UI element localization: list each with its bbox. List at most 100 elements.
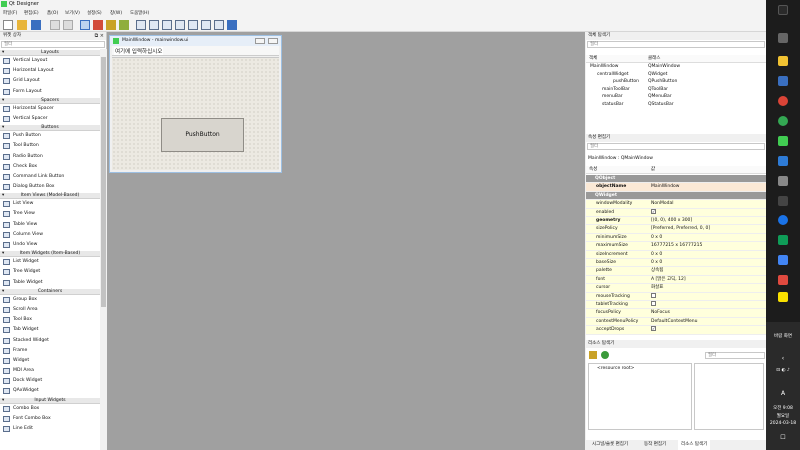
- widget-item[interactable]: List View: [0, 199, 100, 209]
- start-icon[interactable]: [778, 5, 788, 15]
- widget-item[interactable]: Vertical Layout: [0, 56, 100, 66]
- widget-item[interactable]: Undo View: [0, 240, 100, 250]
- widget-category[interactable]: ▾ Input Widgets: [0, 396, 100, 404]
- tray-chevron-icon[interactable]: ‹: [766, 355, 800, 362]
- widget-item[interactable]: Tool Box: [0, 315, 100, 325]
- object-tree-row[interactable]: menuBar QMenuBar: [586, 93, 766, 101]
- widget-item[interactable]: List Widget: [0, 257, 100, 267]
- tab-action-editor[interactable]: 동작 편집기: [644, 440, 666, 450]
- tab-resource-browser[interactable]: 리소스 탐색기: [678, 440, 711, 450]
- widget-item[interactable]: QAxWidget: [0, 386, 100, 396]
- widget-item[interactable]: Vertical Spacer: [0, 114, 100, 124]
- property-value[interactable]: 상속됨: [651, 267, 663, 275]
- send-to-back-icon[interactable]: [50, 20, 60, 30]
- edge-icon[interactable]: [778, 215, 788, 225]
- property-value[interactable]: 16777215 x 16777215: [651, 242, 702, 250]
- property-filter-input[interactable]: 필터: [587, 143, 765, 150]
- chrome-icon[interactable]: [778, 96, 788, 106]
- widget-item[interactable]: Command Link Button: [0, 172, 100, 182]
- property-row[interactable]: sizePolicy [Preferred, Preferred, 0, 0]: [586, 225, 766, 234]
- checkbox-unchecked-icon[interactable]: [651, 292, 656, 298]
- layout-horizontal-icon[interactable]: [136, 20, 146, 30]
- break-layout-icon[interactable]: [214, 20, 224, 30]
- widget-list-scrollbar[interactable]: [100, 49, 107, 450]
- property-row[interactable]: baseSize 0 x 0: [586, 259, 766, 268]
- property-row[interactable]: mouseTracking: [586, 292, 766, 301]
- app2-icon[interactable]: [778, 235, 788, 245]
- property-group-row[interactable]: QWidget: [586, 191, 766, 201]
- tab-signal-slot-editor[interactable]: 시그널/슬롯 편집기: [592, 440, 628, 450]
- push-button-widget[interactable]: PushButton: [161, 118, 244, 152]
- widget-item[interactable]: Tree View: [0, 209, 100, 219]
- menu-window[interactable]: 창(W): [110, 10, 122, 16]
- layout-horizontal-splitter-icon[interactable]: [162, 20, 172, 30]
- object-tree-row[interactable]: mainToolBar QToolBar: [586, 86, 766, 94]
- widget-item[interactable]: Scroll Area: [0, 305, 100, 315]
- reload-icon[interactable]: [601, 351, 609, 359]
- widget-item[interactable]: Radio Button: [0, 152, 100, 162]
- property-value[interactable]: DefaultContextMenu: [651, 318, 697, 326]
- property-row[interactable]: geometry [(0, 0), 400 x 300]: [586, 217, 766, 226]
- edit-widgets-icon[interactable]: [80, 20, 90, 30]
- object-tree-row[interactable]: statusBar QStatusBar: [586, 101, 766, 109]
- property-value[interactable]: A [맑은 고딕, 12]: [651, 276, 686, 284]
- task-view-icon[interactable]: [778, 33, 788, 43]
- property-value[interactable]: 0 x 0: [651, 259, 662, 267]
- form-canvas[interactable]: PushButton: [112, 57, 279, 170]
- menu-form[interactable]: 폼(O): [47, 10, 58, 16]
- widget-filter-input[interactable]: 필터: [1, 41, 105, 48]
- property-value[interactable]: NonModal: [651, 200, 673, 208]
- property-row[interactable]: contextMenuPolicy DefaultContextMenu: [586, 317, 766, 327]
- widget-item[interactable]: Table View: [0, 220, 100, 230]
- column-object[interactable]: 객체: [589, 55, 597, 63]
- form-menu-bar[interactable]: 여기에 입력하십시오: [112, 46, 279, 56]
- maximize-icon[interactable]: [268, 38, 278, 44]
- form-window-titlebar[interactable]: MainWindow - mainwindow.ui: [110, 36, 281, 46]
- save-icon[interactable]: [31, 20, 41, 30]
- object-tree-row[interactable]: MainWindow QMainWindow: [586, 63, 766, 71]
- object-tree-row[interactable]: pushButton QPushButton: [586, 78, 766, 86]
- checkbox-checked-icon[interactable]: ✓: [651, 326, 656, 332]
- property-row[interactable]: cursor 화살표: [586, 284, 766, 293]
- edit-signals-slots-icon[interactable]: [93, 20, 103, 30]
- layout-vertical-icon[interactable]: [149, 20, 159, 30]
- property-row[interactable]: focusPolicy NoFocus: [586, 309, 766, 318]
- adjust-size-icon[interactable]: [227, 20, 237, 30]
- checkbox-checked-icon[interactable]: ✓: [651, 208, 656, 214]
- property-value[interactable]: NoFocus: [651, 309, 670, 317]
- widget-item[interactable]: MDI Area: [0, 366, 100, 376]
- widget-item[interactable]: Horizontal Spacer: [0, 104, 100, 114]
- menu-edit[interactable]: 편집(E): [24, 10, 39, 16]
- widget-category[interactable]: ▾ Buttons: [0, 124, 100, 132]
- property-value[interactable]: 0 x 0: [651, 251, 662, 259]
- tray-icons[interactable]: ⊡ ◐ ♪: [766, 368, 800, 373]
- clock-time[interactable]: 오전 9:08: [766, 405, 800, 411]
- property-row[interactable]: enabled ✓: [586, 208, 766, 217]
- widget-item[interactable]: Font Combo Box: [0, 414, 100, 424]
- property-row[interactable]: minimumSize 0 x 0: [586, 233, 766, 243]
- widget-category[interactable]: ▾ Layouts: [0, 49, 100, 56]
- widget-item[interactable]: Horizontal Layout: [0, 66, 100, 76]
- property-value[interactable]: 화살표: [651, 284, 663, 292]
- property-row[interactable]: palette 상속됨: [586, 267, 766, 276]
- property-row[interactable]: font A [맑은 고딕, 12]: [586, 275, 766, 285]
- menu-view[interactable]: 보기(V): [65, 10, 80, 16]
- widget-category[interactable]: ▾ Item Widgets (Item-Based): [0, 250, 100, 258]
- edit-tab-order-icon[interactable]: [119, 20, 129, 30]
- property-value[interactable]: MainWindow: [651, 183, 680, 191]
- property-group-row[interactable]: QObject: [586, 175, 766, 184]
- app3-icon[interactable]: [778, 255, 788, 265]
- widget-category[interactable]: ▾ Item Views (Model-Based): [0, 192, 100, 200]
- new-form-icon[interactable]: [3, 20, 13, 30]
- menu-help[interactable]: 도움말(H): [130, 10, 149, 16]
- float-icon[interactable]: ⧉: [95, 33, 99, 39]
- widget-item[interactable]: Tool Button: [0, 141, 100, 151]
- edit-buddies-icon[interactable]: [106, 20, 116, 30]
- open-folder-icon[interactable]: [17, 20, 27, 30]
- object-filter-input[interactable]: 필터: [587, 41, 765, 48]
- app4-icon[interactable]: [778, 275, 788, 285]
- property-value[interactable]: [Preferred, Preferred, 0, 0]: [651, 225, 710, 233]
- widget-item[interactable]: Tree Widget: [0, 267, 100, 277]
- widget-item[interactable]: Tab Widget: [0, 325, 100, 335]
- widget-item[interactable]: Check Box: [0, 162, 100, 172]
